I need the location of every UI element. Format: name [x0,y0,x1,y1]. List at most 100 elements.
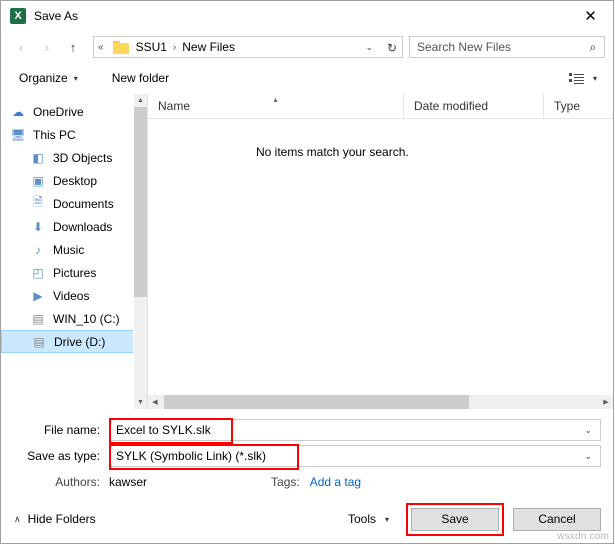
scroll-up-icon[interactable]: ▲ [134,94,147,107]
chevron-down-icon: ▾ [592,73,597,83]
organize-label: Organize [19,71,68,85]
sidebar-item-label: WIN_10 (C:) [53,311,120,326]
refresh-icon[interactable]: ↻ [382,37,402,59]
breadcrumb-item-1[interactable]: New Files [180,40,237,54]
sidebar-item-label: OneDrive [33,104,84,119]
browser-area: ☁ OneDrive 🖥 This PC ◧ 3D Objects ▣ Desk… [1,93,613,409]
save-as-type-label: Save as type: [27,449,100,463]
tools-button[interactable]: Tools ▾ [340,508,397,531]
back-icon[interactable]: ‹ [9,35,33,59]
column-header-type[interactable]: Type [544,94,604,118]
scroll-left-icon[interactable]: ◀ [148,395,162,409]
empty-state-message: No items match your search. [256,145,409,159]
search-input[interactable]: Search New Files ⌕ [409,36,605,58]
window-title: Save As [34,9,79,23]
navigation-bar: ‹ › ↑ « SSU1 › New Files ⌄ ↻ Search New … [1,31,613,63]
document-icon: 🗎 [33,195,43,209]
column-label: Name [158,99,191,113]
sidebar-item-3d-objects[interactable]: ◧ 3D Objects [1,146,147,169]
sidebar-item-drive-d[interactable]: ▤ Drive (D:) [1,330,147,353]
tags-label: Tags: [271,475,300,489]
save-as-type-value: SYLK (Symbolic Link) (*.slk) [116,449,267,463]
search-placeholder: Search New Files [417,40,512,54]
command-toolbar: Organize ▾ New folder ▾ [1,63,613,93]
breadcrumb-overflow[interactable]: « [94,42,108,53]
file-list-pane: ▴ Name Date modified Type No items match… [148,94,613,409]
save-as-type-row: Save as type: SYLK (Symbolic Link) (*.sl… [1,443,613,470]
save-button-wrapper: Save [406,502,504,536]
sidebar-item-videos[interactable]: ▶ Videos [1,284,147,307]
authors-value[interactable]: kawser [109,475,147,489]
cube-icon: ◧ [32,150,44,165]
desktop-icon: ▣ [32,173,44,188]
monitor-icon: 🖥 [10,127,26,142]
authors-label: Authors: [55,475,100,489]
chevron-down-icon[interactable]: ⌄ [361,42,380,53]
sidebar-item-label: Documents [53,196,114,211]
file-list-horizontal-scrollbar[interactable]: ◀ ▶ [148,395,613,409]
save-button[interactable]: Save [411,507,499,531]
sidebar-scrollbar[interactable]: ▲ ▼ [133,94,147,409]
address-bar[interactable]: « SSU1 › New Files ⌄ ↻ [93,36,403,58]
sidebar-item-label: Pictures [53,265,97,280]
sidebar-item-downloads[interactable]: ⬇ Downloads [1,215,147,238]
scrollbar-thumb[interactable] [164,395,469,409]
nav-tree: ☁ OneDrive 🖥 This PC ◧ 3D Objects ▣ Desk… [1,94,147,353]
download-icon: ⬇ [32,219,44,234]
file-name-label: File name: [43,423,100,437]
sidebar-item-label: This PC [33,127,76,142]
save-form: File name: Excel to SYLK.slk ⌄ Save as t… [1,409,613,495]
sidebar-item-desktop[interactable]: ▣ Desktop [1,169,147,192]
breadcrumb-item-0[interactable]: SSU1 [134,40,169,54]
folder-icon [112,40,129,54]
column-headers: ▴ Name Date modified Type [148,94,613,119]
close-icon[interactable]: ✕ [568,1,613,31]
sidebar-item-win10-c[interactable]: ▤ WIN_10 (C:) [1,307,147,330]
change-view-button[interactable]: ▾ [563,67,603,89]
save-as-type-select[interactable]: SYLK (Symbolic Link) (*.slk) ⌄ [109,444,601,470]
tools-label: Tools [347,512,376,526]
chevron-down-icon: ▾ [384,514,389,524]
chevron-down-icon[interactable]: ⌄ [584,425,600,436]
sidebar-item-label: Videos [53,288,90,303]
up-icon[interactable]: ↑ [61,35,85,59]
sidebar-item-documents[interactable]: 🗎 Documents [1,192,147,215]
cancel-button[interactable]: Cancel [513,507,601,531]
chevron-down-icon: ▾ [73,73,78,83]
organize-button[interactable]: Organize ▾ [13,67,84,89]
scroll-down-icon[interactable]: ▼ [134,396,147,409]
hide-folders-button[interactable]: ∧ Hide Folders [14,512,96,526]
breadcrumb-separator: › [172,41,177,53]
drive-icon: ▤ [32,311,44,326]
save-as-dialog: X Save As ✕ ‹ › ↑ « SSU1 › New Files ⌄ ↻… [0,0,614,544]
sidebar-item-pictures[interactable]: ◰ Pictures [1,261,147,284]
file-name-row: File name: Excel to SYLK.slk ⌄ [1,417,613,444]
sort-ascending-icon: ▴ [273,95,278,104]
sidebar-item-label: Downloads [53,219,113,234]
sidebar-item-label: Music [53,242,85,257]
sidebar-item-onedrive[interactable]: ☁ OneDrive [1,100,147,123]
chevron-down-icon[interactable]: ⌄ [584,451,600,462]
column-header-name[interactable]: ▴ Name [148,94,404,118]
forward-icon[interactable]: › [35,35,59,59]
music-note-icon: ♪ [35,242,41,257]
navigation-pane: ☁ OneDrive 🖥 This PC ◧ 3D Objects ▣ Desk… [1,94,147,409]
dialog-footer: ∧ Hide Folders Tools ▾ Save Cancel [1,495,613,543]
sidebar-item-label: 3D Objects [53,150,113,165]
add-a-tag-link[interactable]: Add a tag [310,475,361,489]
new-folder-button[interactable]: New folder [106,67,175,89]
title-bar: X Save As ✕ [1,1,613,31]
scrollbar-thumb[interactable] [134,107,147,297]
sidebar-item-music[interactable]: ♪ Music [1,238,147,261]
file-name-input[interactable]: Excel to SYLK.slk ⌄ [109,418,601,444]
scroll-right-icon[interactable]: ▶ [599,395,613,409]
column-header-date-modified[interactable]: Date modified [404,94,544,118]
video-icon: ▶ [33,288,43,303]
sidebar-item-label: Drive (D:) [54,334,106,349]
search-icon[interactable]: ⌕ [582,40,604,55]
hide-folders-label: Hide Folders [27,512,96,526]
scrollbar-track[interactable] [162,395,599,409]
sidebar-item-this-pc[interactable]: 🖥 This PC [1,123,147,146]
cloud-icon: ☁ [12,104,24,119]
chevron-up-icon: ∧ [14,513,21,524]
